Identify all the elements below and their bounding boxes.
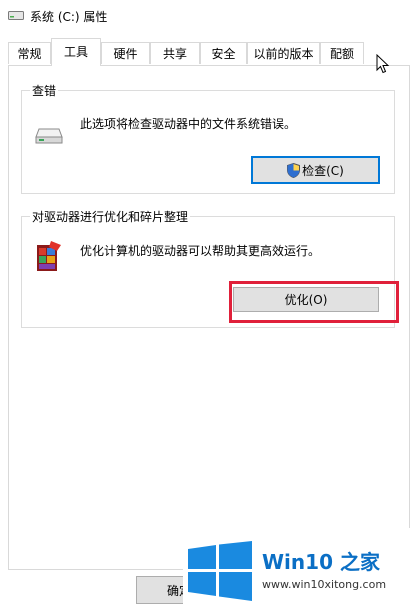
drive-title-icon: [8, 11, 24, 20]
optimize-description: 优化计算机的驱动器可以帮助其更高效运行。: [80, 244, 321, 258]
tab-label: 硬件: [113, 47, 138, 61]
tab-sharing[interactable]: 共享: [150, 42, 200, 64]
watermark-brand: Win10 之家: [262, 550, 380, 574]
window-title: 系统 (C:) 属性: [30, 10, 108, 24]
tab-general[interactable]: 常规: [8, 42, 51, 64]
tab-label: 共享: [162, 47, 187, 61]
defrag-icon: [37, 241, 61, 271]
tab-security[interactable]: 安全: [200, 42, 247, 64]
error-check-group: 查错 此选项将检查驱动器中的文件系统错误。 检查(C): [21, 82, 395, 194]
highlight-box: [229, 281, 399, 323]
tab-label: 配额: [329, 47, 354, 61]
drive-icon: [35, 128, 63, 144]
tab-strip: 常规 工具 硬件 共享 安全 以前的版本 配额: [0, 38, 420, 66]
tab-label: 常规: [17, 47, 42, 61]
tab-label: 安全: [211, 47, 236, 61]
tab-previous-versions[interactable]: 以前的版本: [247, 42, 320, 64]
tab-tools[interactable]: 工具: [51, 38, 101, 66]
group-title: 对驱动器进行优化和碎片整理: [30, 208, 191, 225]
check-button[interactable]: 检查(C): [251, 156, 380, 184]
tab-hardware[interactable]: 硬件: [101, 42, 150, 64]
shield-icon: [287, 162, 301, 178]
tab-label: 工具: [63, 45, 88, 59]
watermark-url: www.win10xitong.com: [262, 578, 387, 591]
group-title: 查错: [30, 82, 59, 99]
error-check-description: 此选项将检查驱动器中的文件系统错误。: [80, 117, 297, 131]
tab-label: 以前的版本: [253, 47, 314, 61]
title-bar: 系统 (C:) 属性: [0, 0, 420, 32]
tab-quota[interactable]: 配额: [320, 42, 364, 64]
check-button-label: 检查(C): [302, 163, 344, 178]
mouse-cursor-icon: [376, 54, 390, 74]
windows-logo-icon: [188, 541, 252, 601]
